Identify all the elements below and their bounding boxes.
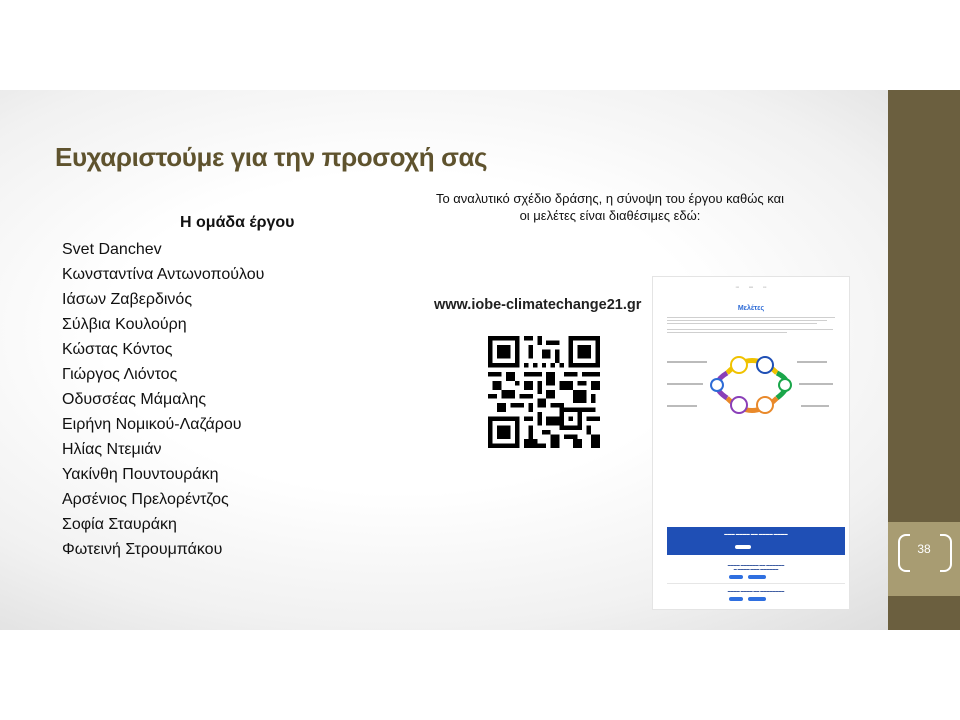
website-screenshot: ▪▪▪ ▪▪▪▪ ▪▪▪ Μελέτες ▬▬▬ ▬▬▬▬ ▬▬ ▬▬▬▬ ▬▬… [652, 276, 850, 610]
study-button[interactable] [748, 597, 766, 601]
text-placeholder [667, 332, 787, 333]
team-member: Αρσένιος Πρελορέντζος [62, 491, 229, 508]
summary-banner: ▬▬▬ ▬▬▬▬ ▬▬ ▬▬▬▬ ▬▬▬▬ [667, 527, 845, 555]
text-placeholder [667, 320, 827, 321]
team-member: Γιώργος Λιόντος [62, 366, 178, 383]
section-heading-placeholder: ▬▬▬▬ ▬▬▬▬▬▬ ▬▬ ▬▬▬▬▬▬ ▬ ▬▬▬▬ ▬▬▬ ▬▬▬▬▬▬ [727, 563, 785, 571]
team-member-list: Svet Danchev Κωνσταντίνα Αντωνοπούλου Ιά… [62, 237, 264, 562]
description-line: οι μελέτες είναι διαθέσιμες εδώ: [519, 208, 701, 223]
team-member: Κώστας Κόντος [62, 341, 173, 358]
team-member: Ηλίας Ντεμιάν [62, 441, 162, 458]
team-member: Ιάσων Ζαβερδινός [62, 291, 193, 308]
team-member: Ειρήνη Νομικού-Λαζάρου [62, 416, 242, 433]
text-placeholder [667, 323, 817, 324]
slide: Ευχαριστούμε για την προσοχή σας Η ομάδα… [0, 90, 960, 630]
page-number-badge: 38 [888, 522, 960, 596]
website-link[interactable]: www.iobe-climatechange21.gr [434, 297, 641, 313]
text-placeholder [667, 317, 835, 318]
page-number: 38 [917, 542, 931, 556]
team-member: Υακίνθη Πουντουράκη [62, 466, 219, 483]
availability-description: Το αναλυτικό σχέδιο δράσης, η σύνοψη του… [410, 190, 810, 224]
description-line: Το αναλυτικό σχέδιο δράσης, η σύνοψη του… [435, 191, 785, 206]
team-heading: Η ομάδα έργου [180, 214, 295, 231]
team-member: Φωτεινή Στρουμπάκου [62, 541, 223, 558]
banner-button[interactable] [735, 545, 751, 549]
screenshot-page-title: Μελέτες [737, 305, 765, 312]
team-member: Σύλβια Κουλούρη [62, 316, 187, 333]
study-button[interactable] [748, 575, 766, 579]
slide-title: Ευχαριστούμε για την προσοχή σας [55, 142, 488, 172]
team-member: Οδυσσέας Μάμαλης [62, 391, 207, 408]
divider [667, 583, 845, 584]
text-placeholder [667, 329, 833, 330]
team-member: Svet Danchev [62, 241, 162, 258]
sectors-diagram [667, 356, 833, 414]
team-member: Σοφία Σταυράκη [62, 516, 177, 533]
screenshot-nav: ▪▪▪ ▪▪▪▪ ▪▪▪ [735, 285, 767, 289]
section-heading-placeholder: ▬▬▬▬ ▬▬▬▬ ▬▬ ▬▬▬▬▬▬▬▬ [727, 589, 785, 593]
study-button[interactable] [729, 575, 743, 579]
study-button[interactable] [729, 597, 743, 601]
qr-code-icon[interactable] [488, 336, 600, 448]
team-member: Κωνσταντίνα Αντωνοπούλου [62, 266, 265, 283]
banner-text-placeholder: ▬▬▬ ▬▬▬▬ ▬▬ ▬▬▬▬ ▬▬▬▬ [724, 532, 788, 536]
